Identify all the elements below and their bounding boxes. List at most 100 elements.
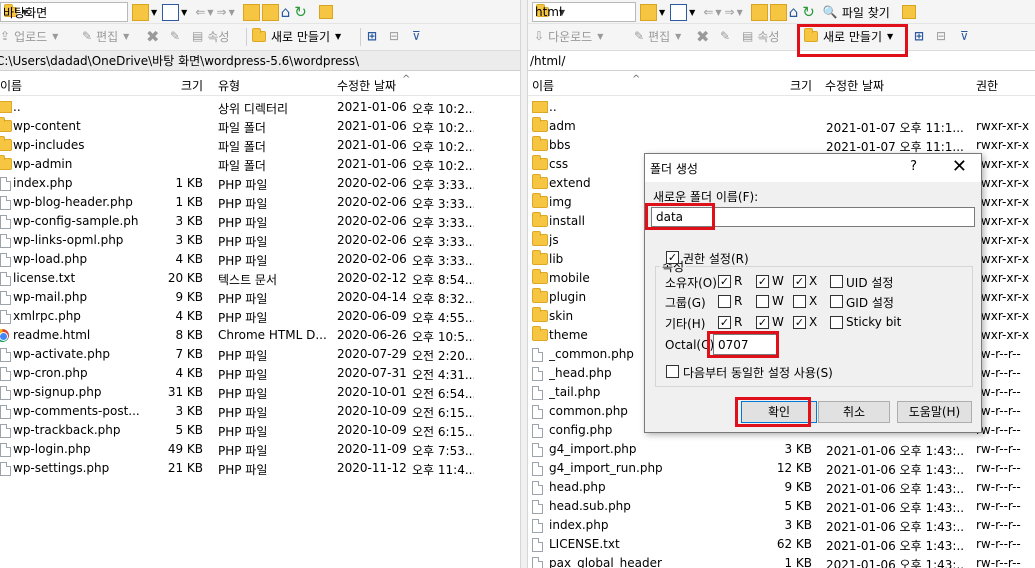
col-type[interactable]: 유형 (218, 77, 240, 94)
other-w-checkbox[interactable]: ✓ (756, 316, 769, 329)
col-size[interactable]: 크기 (790, 77, 812, 94)
remote-file-row[interactable]: pax_global_header 1 KB 2021-01-06 오후 1:43:… (528, 554, 1035, 568)
chevron-down-icon[interactable]: ▼ (181, 8, 187, 17)
local-file-row[interactable]: wp-trackback.php 5 KB PHP 파일 2020-10-09 오전 6… (0, 421, 520, 440)
group-w-checkbox[interactable] (756, 295, 769, 308)
root-folder-icon[interactable] (261, 3, 279, 21)
sync-browse-icon[interactable] (901, 5, 916, 19)
local-file-row[interactable]: wp-includes 파일 폴더 2021-01-06 오후 10:2... (0, 136, 520, 155)
parent-folder-icon[interactable] (750, 3, 768, 21)
chevron-down-icon[interactable]: ▼ (597, 32, 603, 41)
sticky-checkbox[interactable] (830, 316, 843, 329)
filter-icon[interactable] (162, 3, 180, 21)
chevron-down-icon[interactable]: ▼ (123, 32, 129, 41)
local-file-row[interactable]: xmlrpc.php 4 KB PHP 파일 2020-06-09 오후 4:55... (0, 307, 520, 326)
col-name[interactable]: 이름 (532, 77, 554, 94)
local-file-row[interactable]: readme.html 8 KB Chrome HTML D... 2020-06-2… (0, 326, 520, 345)
owner-r-checkbox[interactable]: ✓ (718, 275, 731, 288)
other-x-checkbox[interactable]: ✓ (793, 316, 806, 329)
chevron-down-icon[interactable]: ▼ (335, 32, 341, 41)
remote-file-row[interactable]: head.sub.php 5 KB 2021-01-06 오후 1:43:... rw… (528, 497, 1035, 516)
sync-browse-icon[interactable] (318, 5, 333, 19)
local-file-row[interactable]: wp-comments-post.... 3 KB PHP 파일 2020-10-09… (0, 402, 520, 421)
refresh-icon[interactable]: ↻ (802, 3, 815, 21)
chevron-down-icon[interactable]: ▼ (737, 8, 743, 17)
local-file-row[interactable]: index.php 1 KB PHP 파일 2020-02-06 오후 3:33... (0, 174, 520, 193)
local-file-row[interactable]: wp-content 파일 폴더 2021-01-06 오후 10:2... (0, 117, 520, 136)
chevron-down-icon[interactable]: ▼ (151, 8, 157, 17)
remote-file-row[interactable]: g4_import_run.php 12 KB 2021-01-06 오후 1:43… (528, 459, 1035, 478)
chevron-down-icon[interactable]: ▼ (715, 8, 721, 17)
open-folder-icon[interactable] (132, 3, 149, 21)
cancel-button[interactable]: 취소 (818, 401, 890, 423)
refresh-icon[interactable]: ↻ (294, 3, 307, 21)
help-icon[interactable]: ? (910, 159, 917, 174)
find-files-icon[interactable]: 🔍 (823, 5, 838, 19)
remote-file-row[interactable]: g4_import.php 3 KB 2021-01-06 오후 1:43:... r… (528, 440, 1035, 459)
chevron-down-icon[interactable]: ▼ (689, 8, 695, 17)
reuse-settings-checkbox[interactable] (666, 365, 679, 378)
forward-arrow-icon[interactable]: ⇒ (217, 5, 227, 19)
chevron-down-icon[interactable]: ▼ (229, 8, 235, 17)
minus-icon[interactable]: ⊟ (389, 27, 399, 45)
chevron-down-icon[interactable]: ▼ (675, 32, 681, 41)
col-modified[interactable]: 수정한 날짜 (825, 77, 884, 94)
plus-icon[interactable]: ⊞ (367, 27, 377, 45)
other-r-checkbox[interactable]: ✓ (718, 316, 731, 329)
local-file-row[interactable]: wp-settings.php 21 KB PHP 파일 2020-11-12 오후 1… (0, 459, 520, 478)
col-permissions[interactable]: 권한 (976, 77, 998, 94)
local-file-row[interactable]: wp-admin 파일 폴더 2021-01-06 오후 10:2... (0, 155, 520, 174)
local-file-row[interactable]: wp-signup.php 31 KB PHP 파일 2020-10-01 오전 6:5… (0, 383, 520, 402)
parent-folder-icon[interactable] (242, 3, 260, 21)
minus-icon[interactable]: ⊟ (936, 27, 946, 45)
local-path-combo[interactable]: 바탕화면 ▼ (0, 2, 128, 22)
chevron-down-icon[interactable]: ▼ (52, 32, 58, 41)
open-folder-icon[interactable] (640, 3, 657, 21)
root-folder-icon[interactable] (769, 3, 787, 21)
help-button[interactable]: 도움말(H) (897, 401, 972, 423)
remote-path-combo[interactable]: html ▼ (532, 2, 636, 22)
properties-button[interactable]: ▤ 속성 (192, 27, 229, 45)
local-path-bar[interactable]: C:\Users\dadad\OneDrive\바탕 화면\wordpress-… (0, 51, 520, 71)
remote-file-row[interactable]: index.php 3 KB 2021-01-06 오후 1:43:... rw-r-… (528, 516, 1035, 535)
local-file-row[interactable]: wp-login.php 49 KB PHP 파일 2020-11-09 오후 7:53… (0, 440, 520, 459)
home-icon[interactable]: ⌂ (281, 3, 291, 21)
local-file-row[interactable]: wp-blog-header.php 1 KB PHP 파일 2020-02-06 오후… (0, 193, 520, 212)
delete-icon[interactable]: ✖ (146, 27, 159, 46)
back-arrow-icon[interactable]: ⇐ (703, 5, 713, 19)
edit-button[interactable]: ✎ 편집 ▼ (82, 27, 129, 45)
remote-file-row[interactable]: adm 2021-01-07 오후 11:1... rwxr-xr-x (528, 117, 1035, 136)
plus-icon[interactable]: ⊞ (914, 27, 924, 45)
delete-icon[interactable]: ✖ (696, 27, 709, 46)
back-arrow-icon[interactable]: ⇐ (195, 5, 205, 19)
find-files-label[interactable]: 파일 찾기 (842, 4, 890, 21)
download-button[interactable]: ⇩ 다운로드 ▼ (534, 27, 603, 45)
col-modified[interactable]: 수정한 날짜 (337, 77, 396, 94)
col-size[interactable]: 크기 (181, 77, 203, 94)
edit-button[interactable]: ✎ 편집 ▼ (634, 27, 681, 45)
remote-path-bar[interactable]: /html/ (528, 51, 1035, 71)
upload-button[interactable]: ⇪ 업로드 ▼ (0, 27, 58, 45)
home-icon[interactable]: ⌂ (789, 3, 799, 21)
local-file-row[interactable]: license.txt 20 KB 텍스트 문서 2020-02-12 오후 8:54.… (0, 269, 520, 288)
rename-icon[interactable]: ✎ (170, 27, 180, 45)
uid-checkbox[interactable] (830, 275, 843, 288)
rename-icon[interactable]: ✎ (720, 27, 730, 45)
properties-button[interactable]: ▤ 속성 (742, 27, 779, 45)
local-file-row[interactable]: wp-config-sample.php 3 KB PHP 파일 2020-02-06… (0, 212, 520, 231)
local-file-row[interactable]: .. 상위 디렉터리 2021-01-06 오후 10:2... (0, 98, 520, 117)
remote-file-row[interactable]: head.php 9 KB 2021-01-06 오후 1:43:... rw-r--… (528, 478, 1035, 497)
owner-x-checkbox[interactable]: ✓ (793, 275, 806, 288)
group-x-checkbox[interactable] (793, 295, 806, 308)
forward-arrow-icon[interactable]: ⇒ (725, 5, 735, 19)
chevron-down-icon[interactable]: ▼ (207, 8, 213, 17)
remote-file-row[interactable]: .. (528, 98, 1035, 117)
filter-icon[interactable] (670, 3, 688, 21)
local-file-row[interactable]: wp-mail.php 9 KB PHP 파일 2020-04-14 오후 8:32..… (0, 288, 520, 307)
local-file-row[interactable]: wp-links-opml.php 3 KB PHP 파일 2020-02-06 오후 … (0, 231, 520, 250)
owner-w-checkbox[interactable]: ✓ (756, 275, 769, 288)
gid-checkbox[interactable] (830, 295, 843, 308)
group-r-checkbox[interactable] (718, 295, 731, 308)
pane-splitter[interactable] (520, 0, 528, 568)
close-icon[interactable]: ✕ (952, 156, 967, 177)
